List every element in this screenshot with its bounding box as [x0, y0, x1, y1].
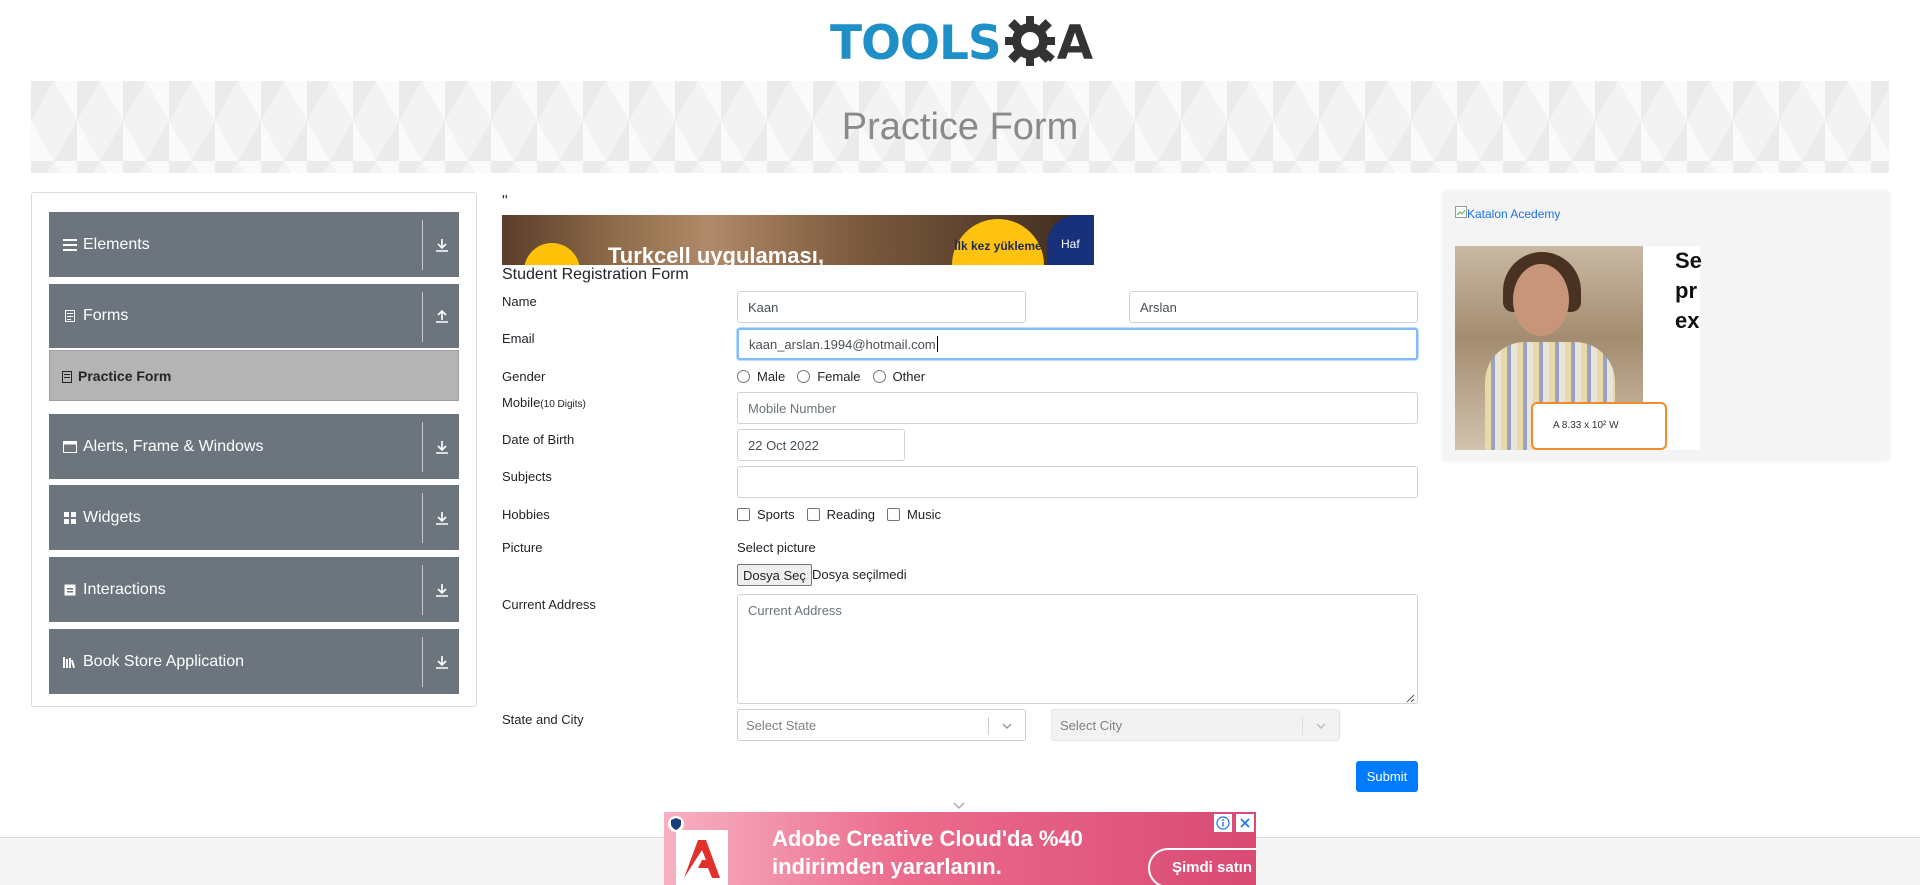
ad-side-text: Haf — [1047, 215, 1094, 265]
current-address-textarea[interactable]: Current Address — [737, 594, 1418, 704]
email-input[interactable]: kaan_arslan.1994@hotmail.com — [737, 328, 1418, 360]
gender-label: Gender — [502, 369, 546, 384]
ad-line-2: indirimden yararlanın. — [772, 854, 1002, 879]
hamburger-icon — [63, 238, 77, 252]
gender-radio-group: Male Female Other — [737, 369, 937, 384]
info-icon[interactable] — [1214, 814, 1232, 832]
sidebar-item-practice-form[interactable]: Practice Form — [49, 350, 459, 401]
address-placeholder: Current Address — [748, 603, 842, 618]
address-label: Current Address — [502, 597, 596, 612]
form-small-icon — [62, 370, 72, 383]
chevron-down-icon[interactable] — [999, 718, 1015, 734]
ad-card: A 8.33 x 10² W — [1531, 402, 1667, 450]
page-title: Practice Form — [841, 105, 1079, 148]
checkbox[interactable] — [737, 508, 750, 521]
grid-icon — [63, 511, 77, 525]
mobile-label: Mobile(10 Digits) — [502, 395, 586, 410]
city-select-value: Select City — [1060, 717, 1123, 733]
broken-image-icon — [1455, 206, 1467, 221]
radio-button[interactable] — [872, 370, 886, 383]
subjects-input[interactable] — [737, 466, 1418, 498]
gender-radio-other[interactable]: Other — [872, 369, 925, 384]
sidebar-group-alerts[interactable]: Alerts, Frame & Windows — [49, 414, 459, 479]
bookshelf-icon — [63, 655, 77, 669]
sidebar-group-interactions[interactable]: Interactions — [49, 557, 459, 622]
logo-text-tools: TOOLS — [830, 15, 1002, 71]
sidebar-group-widgets[interactable]: Widgets — [49, 485, 459, 550]
right-advertisement[interactable]: Katalon Acedemy Se pr ex A 8.33 x 10² W — [1443, 192, 1889, 460]
city-select[interactable]: Select City — [1051, 709, 1340, 741]
checkbox[interactable] — [887, 508, 901, 521]
logo-text-a: A — [1056, 15, 1094, 71]
chevron-down-icon[interactable] — [952, 798, 966, 809]
gender-radio-female[interactable]: Female — [797, 369, 861, 384]
close-icon[interactable] — [1236, 814, 1254, 832]
form-title: Student Registration Form — [502, 266, 689, 283]
state-select-value: Select State — [746, 717, 817, 733]
hobby-checkbox-reading[interactable]: Reading — [806, 507, 875, 522]
download-icon[interactable] — [433, 438, 451, 456]
sidebar-item-label: Practice Form — [78, 367, 172, 384]
gear-icon — [1003, 14, 1061, 72]
page-banner: Practice Form — [31, 81, 1889, 173]
hobby-checkbox-music[interactable]: Music — [887, 507, 941, 522]
choose-file-button[interactable]: Dosya Seç — [737, 564, 812, 586]
interaction-icon — [63, 583, 77, 597]
top-advertisement[interactable]: Turkcell uygulaması, İlk kez yükleme Haf — [502, 215, 1094, 265]
sidebar-group-label: Interactions — [83, 580, 166, 598]
toolsqa-logo[interactable]: TOOLS A — [830, 12, 1093, 74]
name-label: Name — [502, 294, 537, 309]
select-picture-label: Select picture — [737, 540, 816, 555]
radio-button[interactable] — [797, 370, 811, 383]
hobby-checkbox-sports[interactable]: Sports — [737, 507, 795, 522]
sidebar-panel: Elements Forms Practice Form Alerts, Fra… — [31, 192, 477, 707]
download-icon[interactable] — [433, 653, 451, 671]
dob-label: Date of Birth — [502, 432, 575, 447]
sidebar-group-label: Alerts, Frame & Windows — [83, 437, 264, 455]
sidebar-group-label: Elements — [83, 235, 150, 253]
subjects-label: Subjects — [502, 469, 552, 484]
stray-quote-text: " — [502, 193, 508, 210]
sidebar-group-label: Widgets — [83, 508, 141, 526]
state-city-label: State and City — [502, 712, 584, 727]
sidebar-group-bookstore[interactable]: Book Store Application — [49, 629, 459, 694]
ad-logo — [524, 243, 580, 265]
file-status-text: Dosya seçilmedi — [812, 567, 907, 582]
download-icon[interactable] — [433, 509, 451, 527]
first-name-input[interactable]: Kaan — [737, 291, 1026, 323]
ad-headline: Turkcell uygulaması, — [608, 243, 825, 265]
sidebar-group-elements[interactable]: Elements — [49, 212, 459, 277]
chevron-down-icon[interactable] — [1313, 718, 1329, 734]
mobile-input[interactable]: Mobile Number — [737, 392, 1418, 424]
ad-line-1: Adobe Creative Cloud'da %40 — [772, 826, 1083, 851]
adobe-logo-icon — [676, 830, 728, 885]
bottom-advertisement[interactable]: Adobe Creative Cloud'da %40 indirimden y… — [664, 812, 1256, 885]
checkbox[interactable] — [806, 508, 820, 521]
last-name-input[interactable]: Arslan — [1129, 291, 1418, 323]
window-icon — [63, 440, 77, 454]
ad-cta-button[interactable]: Şimdi satın — [1148, 848, 1256, 885]
resize-handle-icon[interactable] — [1405, 691, 1415, 703]
state-select[interactable]: Select State — [737, 709, 1026, 741]
upload-icon[interactable] — [433, 307, 451, 325]
hobbies-label: Hobbies — [502, 507, 550, 522]
mobile-hint: (10 Digits) — [540, 399, 586, 410]
ad-badge: İlk kez yükleme — [952, 219, 1044, 265]
email-label: Email — [502, 331, 535, 346]
email-value: kaan_arslan.1994@hotmail.com — [749, 336, 936, 352]
download-icon[interactable] — [433, 236, 451, 254]
hobbies-checkbox-group: Sports Reading Music — [737, 507, 953, 522]
picture-label: Picture — [502, 540, 543, 555]
sidebar-group-forms[interactable]: Forms — [49, 284, 459, 348]
form-doc-icon — [63, 309, 77, 323]
gender-radio-male[interactable]: Male — [737, 369, 785, 384]
submit-button[interactable]: Submit — [1356, 761, 1418, 792]
download-icon[interactable] — [433, 581, 451, 599]
radio-button[interactable] — [737, 370, 750, 383]
sidebar-group-label: Book Store Application — [83, 652, 244, 670]
broken-image-link[interactable]: Katalon Acedemy — [1455, 206, 1560, 221]
date-of-birth-input[interactable]: 22 Oct 2022 — [737, 429, 905, 461]
sidebar-group-label: Forms — [83, 307, 129, 324]
